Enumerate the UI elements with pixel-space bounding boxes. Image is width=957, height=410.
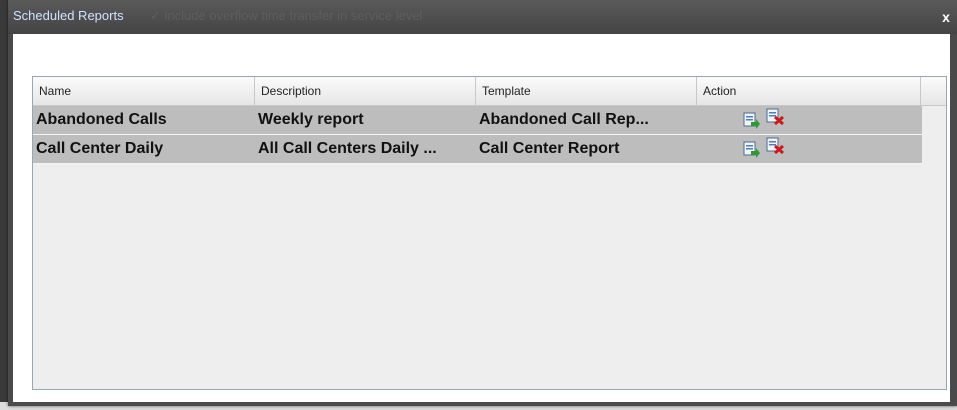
delete-report-icon[interactable] <box>766 108 784 125</box>
table-row[interactable]: Call Center Daily All Call Centers Daily… <box>33 135 922 164</box>
edit-report-icon[interactable] <box>743 141 761 158</box>
cell-name: Abandoned Calls <box>36 111 167 128</box>
cell-template: Abandoned Call Rep... <box>479 111 649 128</box>
delete-report-icon[interactable] <box>766 137 784 154</box>
cell-description: All Call Centers Daily ... <box>258 140 437 157</box>
edit-report-icon[interactable] <box>743 112 761 129</box>
column-header-template[interactable]: Template <box>476 77 697 105</box>
dialog-titlebar: Scheduled Reports ✓ include overflow tim… <box>8 0 957 34</box>
dialog-content: Name Description Template Action Abandon… <box>13 34 950 402</box>
column-header-name[interactable]: Name <box>33 77 255 105</box>
scheduled-reports-dialog: Scheduled Reports ✓ include overflow tim… <box>8 0 957 406</box>
cell-name: Call Center Daily <box>36 140 164 157</box>
cell-template: Call Center Report <box>479 140 620 157</box>
dialog-title: Scheduled Reports <box>13 8 124 23</box>
table-row[interactable]: Abandoned Calls Weekly report Abandoned … <box>33 106 922 135</box>
reports-grid: Name Description Template Action Abandon… <box>32 76 947 390</box>
column-header-description[interactable]: Description <box>255 77 476 105</box>
column-header-action[interactable]: Action <box>697 77 921 105</box>
close-button[interactable]: x <box>937 8 955 26</box>
cell-description: Weekly report <box>258 111 364 128</box>
background-option-text: ✓ include overflow time transfer in serv… <box>150 8 423 23</box>
grid-header: Name Description Template Action <box>33 77 946 106</box>
